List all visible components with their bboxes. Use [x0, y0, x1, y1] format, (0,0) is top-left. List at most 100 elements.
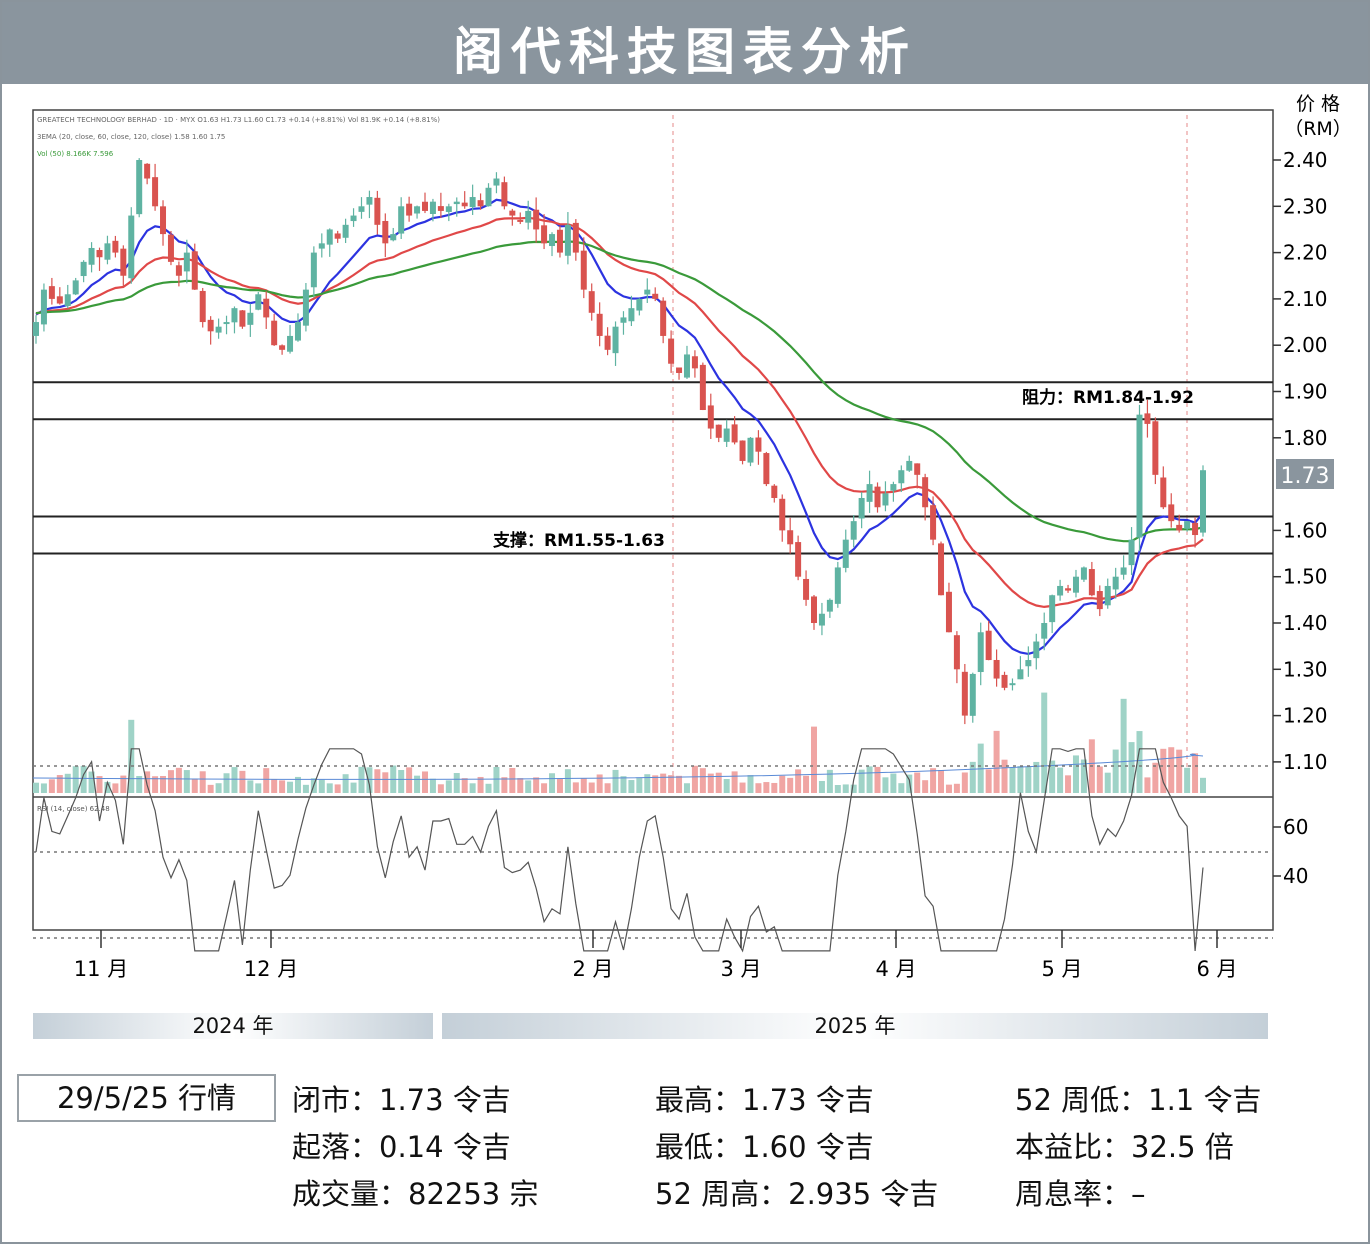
volume-bar	[723, 779, 730, 793]
candle-body	[390, 234, 397, 241]
volume-bar	[1120, 698, 1127, 793]
x-tick-label: 5 月	[1041, 957, 1082, 981]
volume-bar	[183, 770, 190, 793]
candle-body	[215, 326, 222, 333]
volume-bar	[48, 779, 55, 793]
candle-body	[231, 308, 238, 323]
candle-body	[890, 484, 897, 491]
info-52w-low: 52 周低：1.1 令吉	[1015, 1083, 1262, 1117]
candle-body	[48, 286, 55, 299]
info-yield: 周息率：–	[1015, 1177, 1146, 1211]
volume-bar	[961, 772, 968, 793]
candle-body	[731, 424, 738, 443]
candle-body	[445, 206, 452, 212]
volume-bar	[818, 780, 825, 793]
candle-body	[485, 187, 492, 207]
volume-bar	[215, 783, 222, 793]
candle-body	[1065, 588, 1072, 591]
volume-bar	[953, 783, 960, 793]
volume-bar	[461, 778, 468, 793]
candle-body	[787, 530, 794, 545]
candle-body	[882, 493, 889, 506]
volume-bar	[747, 775, 754, 793]
candle-body	[779, 498, 786, 531]
candle-body	[1080, 567, 1087, 580]
candle-body	[255, 294, 262, 310]
y-tick-label: 2.20	[1283, 241, 1328, 265]
candle-body	[564, 224, 571, 256]
candle-body	[1152, 421, 1159, 475]
volume-bar	[1057, 767, 1064, 793]
volume-bar	[350, 782, 357, 793]
candle-body	[1088, 569, 1095, 596]
volume-bar	[469, 783, 476, 793]
candle-body	[326, 229, 333, 245]
volume-bar	[1168, 747, 1175, 793]
info-52w-high: 52 周高：2.935 令吉	[655, 1177, 939, 1211]
candle-body	[866, 484, 873, 502]
volume-bar	[541, 783, 548, 793]
date-box: 29/5/25 行情	[17, 1074, 276, 1122]
candle-body	[541, 225, 548, 244]
volume-bar	[715, 772, 722, 793]
volume-bar	[445, 780, 452, 793]
candle-body	[715, 424, 722, 438]
candle-body	[1049, 595, 1056, 623]
volume-bar	[255, 783, 262, 793]
volume-bar	[1017, 766, 1024, 793]
legend-line-3: Vol (50) 8.166K 7.596	[37, 150, 114, 158]
info-low: 最低：1.60 令吉	[655, 1130, 874, 1164]
x-tick-label: 4 月	[875, 957, 916, 981]
candle-body	[834, 567, 841, 604]
candle-body	[199, 290, 206, 323]
volume-bar	[1144, 777, 1151, 793]
candle-body	[533, 209, 540, 230]
candle-body	[263, 298, 270, 318]
volume-bar	[239, 770, 246, 793]
volume-bar	[223, 773, 230, 793]
volume-bar	[1001, 759, 1008, 793]
x-tick-label: 3 月	[720, 957, 761, 981]
volume-bar	[803, 775, 810, 793]
volume-bar	[1072, 755, 1079, 793]
candle-body	[477, 200, 484, 207]
volume-bar	[985, 769, 992, 793]
y-tick-label: 1.90	[1283, 380, 1328, 404]
candle-body	[223, 322, 230, 325]
volume-bar	[517, 778, 524, 793]
candle-body	[572, 222, 579, 253]
candle-body	[167, 234, 174, 262]
volume-bar	[64, 773, 71, 793]
volume-bar	[604, 783, 611, 793]
volume-bar	[382, 772, 389, 793]
candle-body	[279, 345, 286, 350]
volume-bar	[811, 726, 817, 793]
rsi-label: RSI (14, close) 62.48	[37, 805, 110, 813]
volume-bar	[898, 783, 905, 793]
x-tick-label: 6 月	[1196, 957, 1237, 981]
volume-bar	[549, 773, 556, 793]
info-change: 起落：0.14 令吉	[292, 1130, 511, 1164]
candle-body	[271, 320, 278, 346]
candle-body	[64, 294, 71, 306]
candle-body	[811, 596, 817, 623]
candle-body	[588, 291, 595, 313]
y-tick-label: 1.60	[1283, 518, 1328, 542]
candle-body	[874, 486, 881, 508]
candle-body	[160, 206, 167, 235]
volume-bar	[263, 768, 270, 793]
volume-bar	[699, 768, 706, 793]
y-tick-label: 2.40	[1283, 148, 1328, 172]
candle-body	[755, 437, 762, 452]
candle-body	[906, 460, 913, 471]
volume-bar	[1112, 749, 1119, 793]
info-pe: 本益比：32.5 倍	[1015, 1130, 1234, 1164]
candle-body	[683, 354, 690, 378]
year-bar-2025: 2025 年	[442, 1013, 1268, 1039]
volume-bar	[691, 765, 698, 793]
candle-body	[771, 485, 778, 498]
candle-body	[358, 206, 365, 212]
rsi-tick-label: 60	[1283, 815, 1308, 839]
candle-body	[1104, 585, 1111, 606]
candle-body	[453, 201, 460, 205]
